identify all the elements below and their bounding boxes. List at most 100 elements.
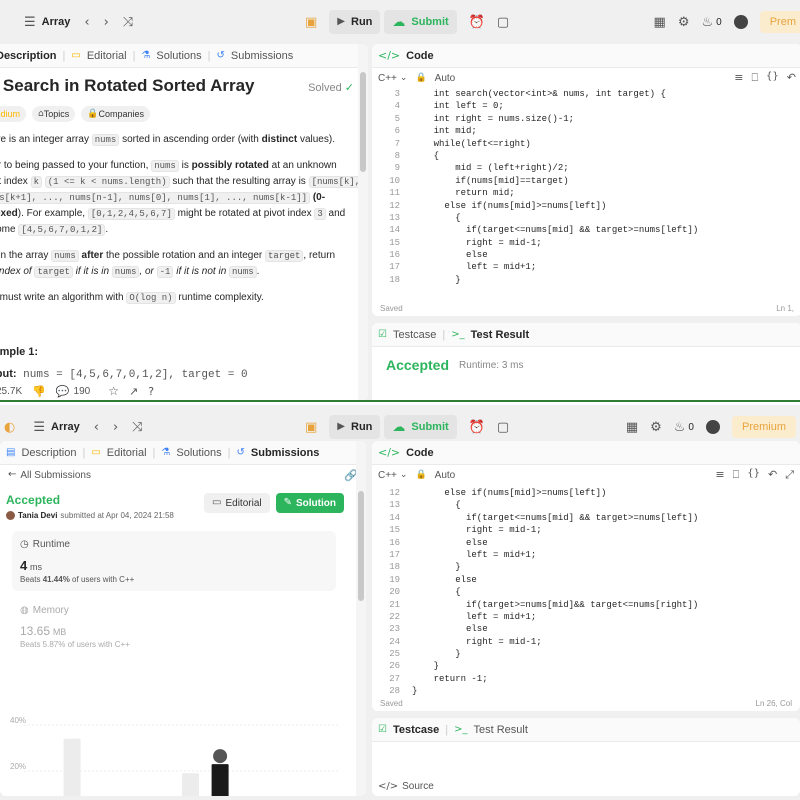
code-line[interactable]: 3 int search(vector<int>& nums, int targ… [372, 88, 800, 100]
streak[interactable]: ♨ 0 [674, 421, 694, 434]
next-problem-icon[interactable]: › [104, 16, 109, 29]
submit-button[interactable]: ☁ Submit [384, 415, 457, 439]
submission-scroll-thumb[interactable] [358, 491, 364, 601]
topics-tag[interactable]: ⌂ Topics [32, 106, 76, 122]
tab-submissions[interactable]: Submissions [251, 447, 319, 459]
code-line[interactable]: 24 right = mid-1; [372, 636, 800, 648]
tab-description[interactable]: Description [21, 447, 76, 459]
code-line[interactable]: 4 int left = 0; [372, 100, 800, 112]
code-line[interactable]: 8 { [372, 150, 800, 162]
all-submissions-link[interactable]: All Submissions [20, 470, 91, 481]
chart-bar[interactable] [182, 773, 199, 796]
problem-list-icon[interactable]: ☰ [33, 421, 45, 434]
code-line[interactable]: 21 if(target>=nums[mid]&& target<=nums[r… [372, 599, 800, 611]
code-line[interactable]: 14 if(target<=nums[mid] && target>=nums[… [372, 512, 800, 524]
code-line[interactable]: 15 right = mid-1; [372, 524, 800, 536]
dislike-icon[interactable]: 👎 [32, 386, 46, 397]
code-line[interactable]: 25 } [372, 648, 800, 660]
code-line[interactable]: 15 right = mid-1; [372, 237, 800, 249]
help-icon[interactable]: ? [148, 386, 154, 397]
settings-icon[interactable]: ⚙ [650, 421, 662, 434]
tab-testcase[interactable]: Testcase [393, 724, 439, 736]
run-button[interactable]: ▶ Run [329, 10, 381, 34]
submitter-name[interactable]: Tania Devi [18, 511, 57, 520]
code-tab[interactable]: Code [406, 50, 434, 62]
expand-icon[interactable]: ⤢ [785, 469, 794, 480]
code-editor[interactable]: 12 else if(nums[mid]>=nums[left]) 13 {14 … [372, 487, 800, 698]
code-line[interactable]: 27 return -1; [372, 673, 800, 685]
code-line[interactable]: 12 else if(nums[mid]>=nums[left]) [372, 487, 800, 499]
code-line[interactable]: 5 int right = nums.size()-1; [372, 113, 800, 125]
braces-icon[interactable]: {} [747, 469, 760, 480]
submit-button[interactable]: ☁ Submit [384, 10, 457, 34]
streak[interactable]: ♨ 0 [702, 16, 722, 29]
code-line[interactable]: 19 else [372, 574, 800, 586]
code-line[interactable]: 18 } [372, 274, 800, 286]
code-line[interactable]: 14 if(target<=nums[mid] && target>=nums[… [372, 224, 800, 236]
braces-icon[interactable]: {} [766, 72, 779, 83]
companies-tag[interactable]: 🔒 Companies [81, 106, 150, 122]
editorial-button[interactable]: ▭ Editorial [204, 493, 270, 513]
layout-icon[interactable]: ▦ [654, 16, 666, 29]
settings-icon[interactable]: ⚙ [678, 16, 690, 29]
problem-list-icon[interactable]: ☰ [24, 16, 36, 29]
share-icon[interactable]: ↗ [129, 386, 138, 397]
code-line[interactable]: 23 else [372, 623, 800, 635]
premium-button[interactable]: Premium [731, 416, 796, 438]
code-line[interactable]: 7 while(left<=right) [372, 138, 800, 150]
memory-card[interactable]: ◍ Memory 13.65 MB Beats 5.87% of users w… [12, 599, 336, 657]
debug-icon[interactable]: ▣ [305, 16, 317, 29]
shuffle-icon[interactable]: ⤨ [123, 16, 133, 29]
code-line[interactable]: 17 left = mid+1; [372, 549, 800, 561]
next-problem-icon[interactable]: › [113, 421, 118, 434]
notes-icon[interactable]: ▢ [497, 421, 509, 434]
description-scrollbar[interactable] [358, 44, 368, 400]
code-line[interactable]: 11 return mid; [372, 187, 800, 199]
like-count[interactable]: 25.7K [0, 386, 22, 397]
bookmark-icon[interactable]: ⎕ [733, 469, 740, 480]
comment-icon[interactable]: 💬 [56, 386, 70, 397]
runtime-distribution-chart[interactable]: 40% 20% [10, 713, 340, 796]
code-line[interactable]: 28} [372, 685, 800, 697]
timer-icon[interactable]: ⏰ [469, 16, 485, 29]
tab-testcase[interactable]: Testcase [393, 329, 436, 341]
problem-list-label[interactable]: Array [51, 421, 80, 433]
comment-count[interactable]: 190 [74, 386, 91, 397]
code-line[interactable]: 18 } [372, 561, 800, 573]
solution-button[interactable]: ✎ Solution [275, 493, 344, 513]
code-line[interactable]: 17 left = mid+1; [372, 261, 800, 273]
code-line[interactable]: 10 if(nums[mid]==target) [372, 175, 800, 187]
code-line[interactable]: 6 int mid; [372, 125, 800, 137]
code-line[interactable]: 12 else if(nums[mid]>=nums[left]) [372, 200, 800, 212]
notes-icon[interactable]: ▢ [497, 16, 509, 29]
source-toggle[interactable]: </> Source [378, 781, 434, 792]
premium-button[interactable]: Prem [759, 11, 800, 33]
user-avatar[interactable] [705, 420, 720, 434]
tab-test-result[interactable]: Test Result [471, 329, 529, 341]
problem-list-label[interactable]: Array [42, 16, 71, 28]
prev-problem-icon[interactable]: ‹ [84, 16, 89, 29]
tab-solutions[interactable]: Solutions [176, 447, 221, 459]
reset-icon[interactable]: ↶ [768, 469, 777, 480]
code-editor[interactable]: 3 int search(vector<int>& nums, int targ… [372, 88, 800, 286]
tab-editorial[interactable]: Editorial [107, 447, 147, 459]
tab-description[interactable]: Description [0, 50, 57, 62]
code-line[interactable]: 13 { [372, 212, 800, 224]
auto-label[interactable]: Auto [435, 73, 456, 84]
code-line[interactable]: 13 { [372, 499, 800, 511]
user-avatar[interactable] [733, 15, 748, 29]
shuffle-icon[interactable]: ⤨ [132, 421, 142, 434]
reset-icon[interactable]: ↶ [787, 72, 796, 83]
description-scroll-thumb[interactable] [360, 72, 366, 172]
tab-test-result[interactable]: Test Result [474, 724, 528, 736]
submission-scrollbar[interactable] [356, 441, 366, 796]
tab-solutions[interactable]: Solutions [156, 50, 201, 62]
language-select[interactable]: C++ ⌄ [378, 470, 407, 481]
prev-problem-icon[interactable]: ‹ [94, 421, 99, 434]
timer-icon[interactable]: ⏰ [469, 421, 485, 434]
code-line[interactable]: 22 left = mid+1; [372, 611, 800, 623]
star-icon[interactable]: ☆ [108, 385, 119, 397]
code-line[interactable]: 16 else [372, 249, 800, 261]
code-tab[interactable]: Code [406, 447, 434, 459]
chart-bar-highlight[interactable] [211, 764, 229, 796]
